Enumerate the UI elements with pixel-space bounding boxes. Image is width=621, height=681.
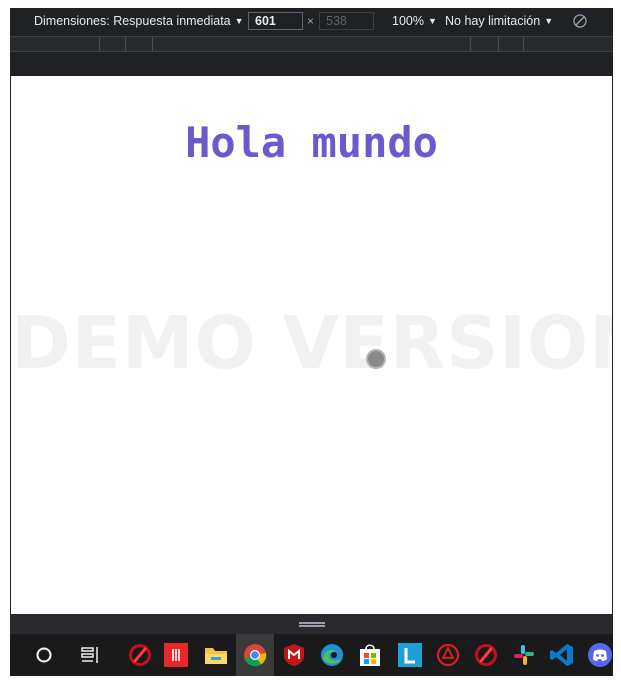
- file-explorer-icon[interactable]: [202, 641, 230, 669]
- red-app-icon[interactable]: [162, 641, 190, 669]
- resize-bar[interactable]: [10, 614, 613, 634]
- page-heading: Hola mundo: [185, 118, 438, 167]
- slack-icon[interactable]: [510, 641, 538, 669]
- red-app-icon-2[interactable]: [434, 641, 462, 669]
- media-query-segment[interactable]: [125, 37, 153, 51]
- ruler: [10, 52, 613, 76]
- mcafee-icon[interactable]: [280, 641, 308, 669]
- resize-handle-icon[interactable]: [299, 622, 325, 627]
- caret-down-icon: ▼: [234, 16, 244, 26]
- media-query-segment[interactable]: [470, 37, 499, 51]
- touch-cursor: [366, 349, 386, 369]
- throttle-label: No hay limitación: [445, 14, 541, 28]
- media-query-segment[interactable]: [99, 37, 126, 51]
- brush-app-icon[interactable]: [126, 641, 154, 669]
- task-view-icon[interactable]: [77, 641, 105, 669]
- caret-down-icon: ▼: [427, 16, 437, 26]
- edge-icon[interactable]: [318, 641, 346, 669]
- media-query-segment[interactable]: [498, 37, 524, 51]
- throttle-dropdown[interactable]: No hay limitación ▼: [445, 14, 553, 28]
- device-viewport[interactable]: Hola mundo DEMO VERSION: [10, 76, 612, 614]
- demo-watermark: DEMO VERSION: [11, 301, 612, 385]
- windows-taskbar: [10, 634, 613, 676]
- height-input[interactable]: [319, 12, 374, 30]
- l-app-icon[interactable]: [396, 641, 424, 669]
- vscode-icon[interactable]: [548, 641, 576, 669]
- dimensions-dropdown[interactable]: Dimensiones: Respuesta inmediata ▼: [34, 14, 244, 28]
- caret-down-icon: ▼: [544, 16, 554, 26]
- media-query-bar: [10, 36, 613, 52]
- zoom-dropdown[interactable]: 100% ▼: [392, 14, 437, 28]
- dimensions-label: Dimensiones: Respuesta inmediata: [34, 14, 231, 28]
- rotate-icon[interactable]: [573, 14, 587, 28]
- chrome-icon[interactable]: [236, 634, 274, 676]
- zoom-label: 100%: [392, 14, 424, 28]
- devtools-device-mode: Dimensiones: Respuesta inmediata▼ × 100%…: [10, 8, 613, 676]
- discord-icon[interactable]: [586, 641, 614, 669]
- width-input[interactable]: [248, 12, 303, 30]
- device-toolbar: Dimensiones: Respuesta inmediata▼ × 100%…: [10, 8, 613, 36]
- times-separator: ×: [307, 14, 315, 28]
- search-circle-icon[interactable]: [30, 641, 58, 669]
- store-icon[interactable]: [356, 641, 384, 669]
- brush-app-icon-2[interactable]: [472, 641, 500, 669]
